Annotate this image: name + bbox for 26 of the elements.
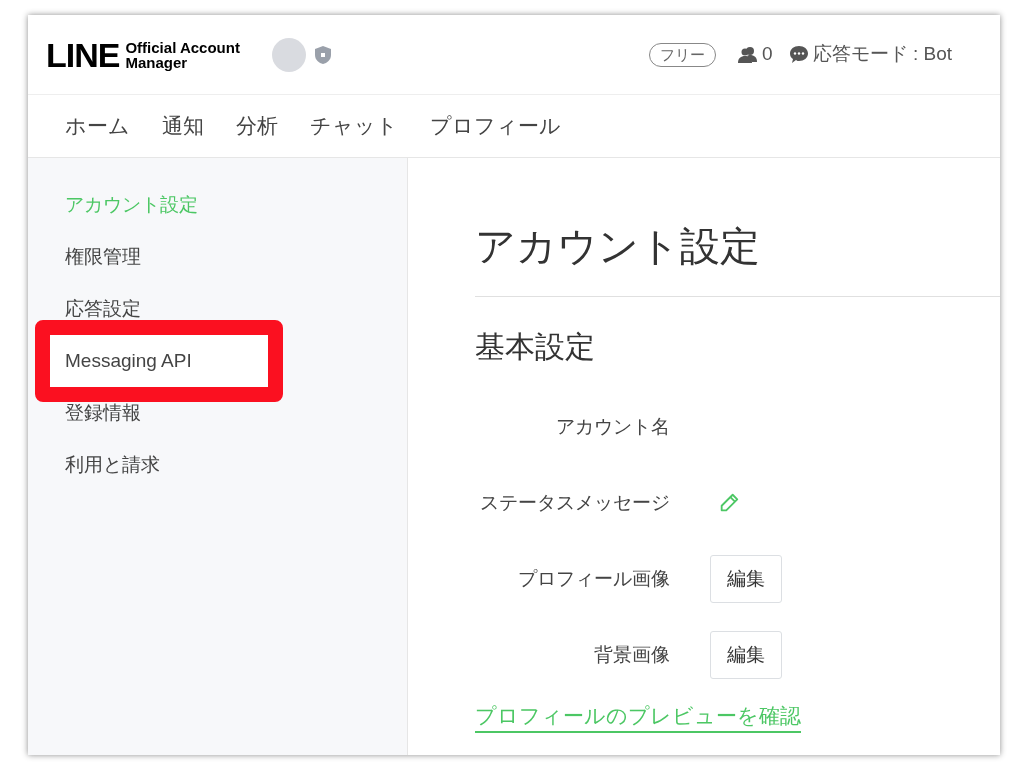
- nav-tab[interactable]: プロフィール: [430, 110, 561, 142]
- pencil-icon[interactable]: [718, 492, 740, 514]
- follower-count: 0: [762, 42, 773, 67]
- field-label: 背景画像: [593, 642, 671, 667]
- nav-tab[interactable]: 分析: [236, 110, 278, 142]
- field-label: プロフィール画像: [517, 566, 671, 591]
- nav-tab[interactable]: チャット: [310, 110, 398, 142]
- sidebar-item[interactable]: 権限管理: [65, 242, 141, 272]
- sidebar-item[interactable]: 利用と請求: [65, 450, 160, 480]
- chat-bubble-icon: [788, 45, 809, 64]
- page-title: アカウント設定: [475, 223, 761, 270]
- field-label: ステータスメッセージ: [479, 490, 671, 515]
- field-label: アカウント名: [555, 414, 671, 439]
- section-title: 基本設定: [475, 329, 596, 365]
- nav-tab[interactable]: ホーム: [65, 110, 130, 142]
- nav-tab[interactable]: 通知: [162, 110, 204, 142]
- people-icon: [738, 45, 759, 64]
- edit-button[interactable]: 編集: [710, 631, 782, 679]
- response-mode[interactable]: 応答モード : Bot: [812, 40, 952, 69]
- avatar-icon[interactable]: [271, 37, 306, 72]
- logo-subtitle: Manager: [125, 54, 189, 70]
- shield-icon[interactable]: [313, 44, 332, 65]
- logo-wordmark: LINE: [46, 37, 120, 72]
- logo-subtitle: Official Account: [125, 39, 240, 55]
- sidebar-item[interactable]: Messaging API: [35, 320, 283, 402]
- edit-button[interactable]: 編集: [710, 555, 782, 603]
